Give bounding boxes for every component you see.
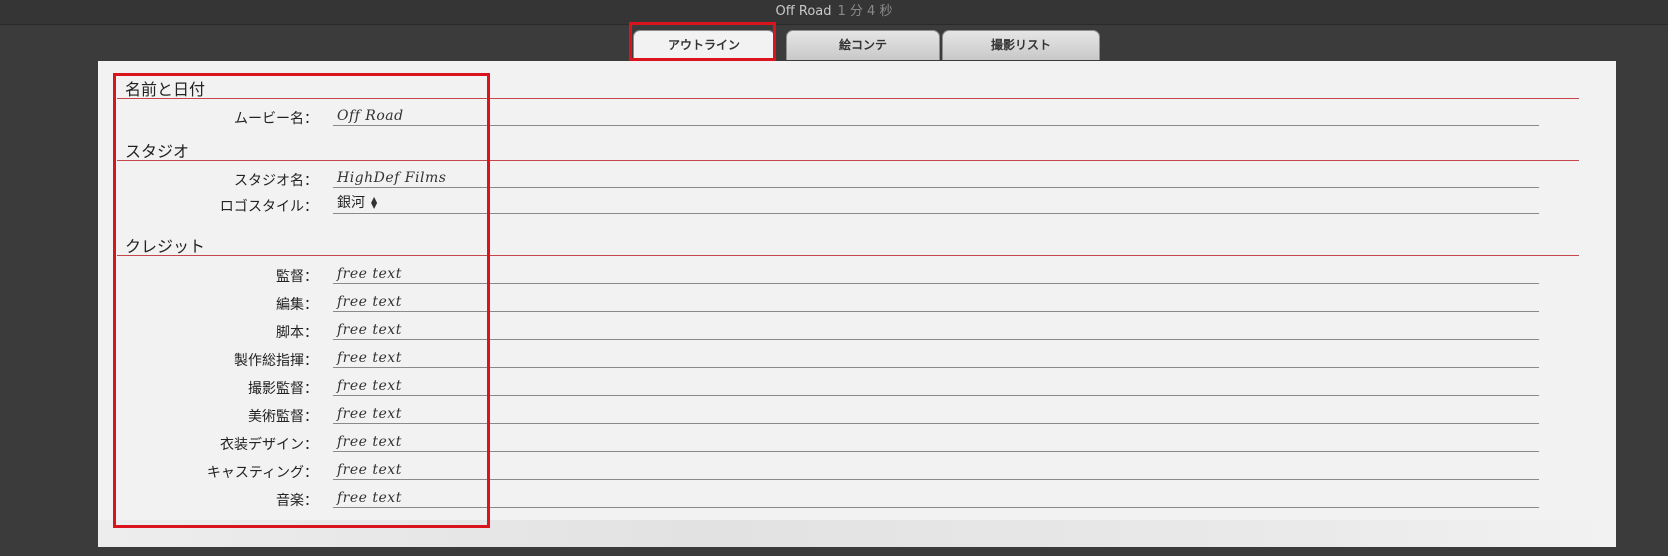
- tab-storyboard[interactable]: 絵コンテ: [786, 30, 940, 60]
- screenplay-value: free text: [337, 322, 402, 338]
- cinematography-label: 撮影監督：: [248, 381, 318, 397]
- studio-name-label: スタジオ名：: [234, 173, 318, 189]
- section-divider: [117, 160, 1579, 161]
- director-value: free text: [337, 266, 402, 282]
- music-value: free text: [337, 490, 402, 506]
- costume-design-label: 衣装デザイン：: [220, 437, 318, 453]
- director-label: 監督：: [276, 269, 318, 285]
- editor-value: free text: [337, 294, 402, 310]
- costume-design-value: free text: [337, 434, 402, 450]
- art-director-label: 美術監督：: [248, 409, 318, 425]
- casting-value: free text: [337, 462, 402, 478]
- cinematography-field[interactable]: free text: [333, 375, 1539, 396]
- tab-shot-list[interactable]: 撮影リスト: [942, 30, 1100, 60]
- movie-duration: 1 分 4 秒: [837, 4, 893, 19]
- tab-outline[interactable]: アウトライン: [633, 30, 775, 60]
- section-divider: [117, 98, 1579, 99]
- window-title: Off Road: [775, 4, 832, 19]
- art-director-value: free text: [337, 406, 402, 422]
- executive-producer-label: 製作総指揮：: [234, 353, 318, 369]
- casting-label: キャスティング：: [206, 465, 318, 481]
- section-divider: [117, 255, 1579, 256]
- art-director-field[interactable]: free text: [333, 403, 1539, 424]
- studio-name-field[interactable]: HighDef Films: [333, 167, 1539, 188]
- casting-field[interactable]: free text: [333, 459, 1539, 480]
- section-title-name-date: 名前と日付: [125, 80, 206, 99]
- editor-label: 編集：: [276, 297, 318, 313]
- costume-design-field[interactable]: free text: [333, 431, 1539, 452]
- director-field[interactable]: free text: [333, 263, 1539, 284]
- editor-field[interactable]: free text: [333, 291, 1539, 312]
- executive-producer-value: free text: [337, 350, 402, 366]
- music-field[interactable]: free text: [333, 487, 1539, 508]
- movie-name-label: ムービー名：: [234, 111, 318, 127]
- section-title-credits: クレジット: [125, 237, 206, 256]
- movie-name-field[interactable]: Off Road: [333, 105, 1539, 126]
- screenplay-field[interactable]: free text: [333, 319, 1539, 340]
- music-label: 音楽：: [276, 493, 318, 509]
- section-title-studio: スタジオ: [125, 142, 190, 161]
- panel-shadow: [98, 520, 1616, 547]
- logo-style-value: 銀河: [337, 195, 365, 211]
- chevron-up-down-icon: ▲ ▼: [371, 195, 378, 210]
- studio-name-value: HighDef Films: [337, 170, 447, 186]
- executive-producer-field[interactable]: free text: [333, 347, 1539, 368]
- logo-style-label: ロゴスタイル：: [219, 199, 318, 215]
- logo-style-select[interactable]: 銀河 ▲ ▼: [333, 193, 1539, 214]
- cinematography-value: free text: [337, 378, 402, 394]
- movie-name-value: Off Road: [337, 108, 404, 124]
- window-title-bar: Off Road 1 分 4 秒: [0, 0, 1668, 25]
- screenplay-label: 脚本：: [276, 325, 318, 341]
